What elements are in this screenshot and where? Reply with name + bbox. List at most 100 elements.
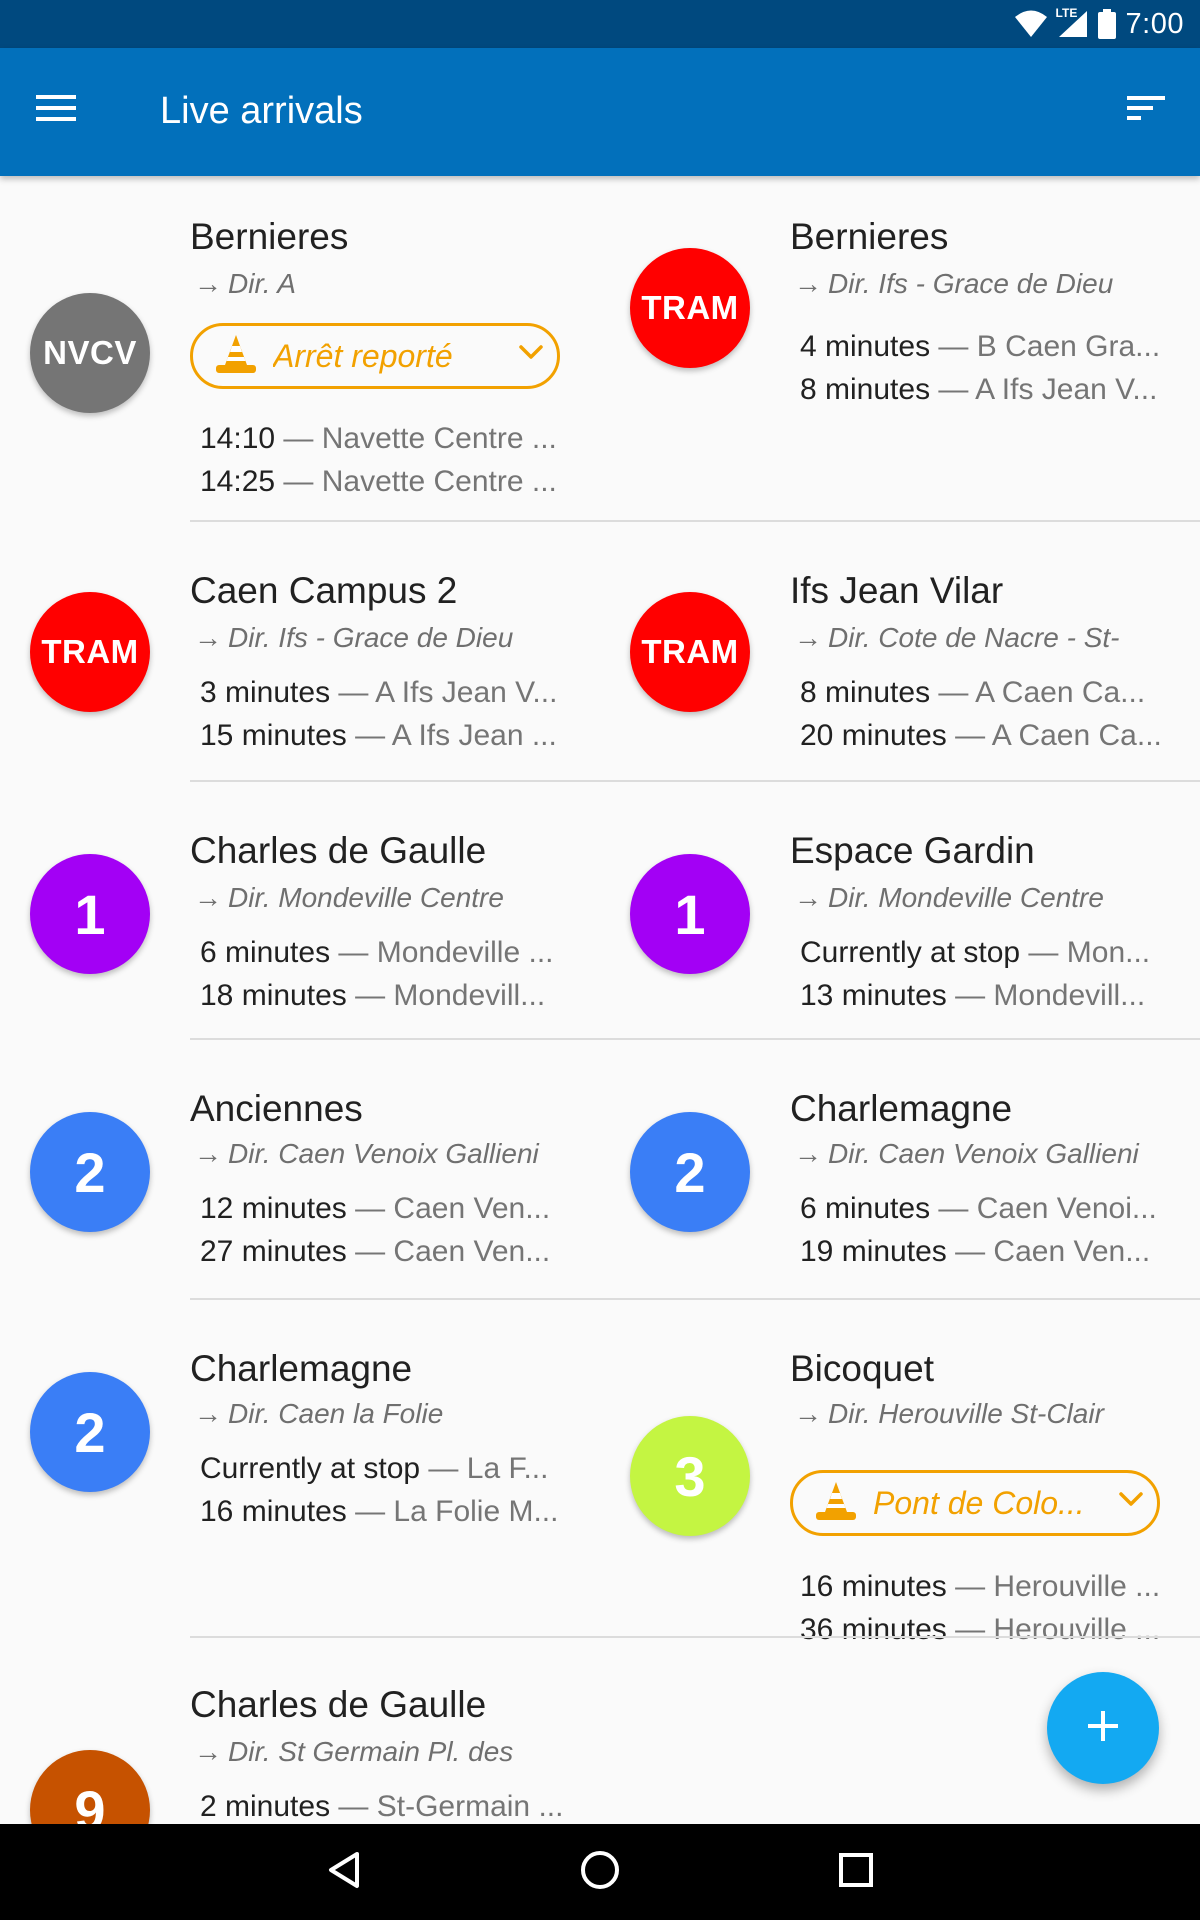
arrival-time: 19 minutes <box>800 1235 947 1268</box>
alert-text: Arrêt reporté <box>273 337 453 374</box>
line-label: NVCV <box>43 334 137 371</box>
stop-card[interactable]: 3 Bicoquet → Dir. Herouville St-Clair Pont d… <box>600 1300 1200 1646</box>
line-label: 1 <box>74 882 106 946</box>
arrival-time: 18 minutes <box>200 979 347 1012</box>
arrow-right-icon: → <box>194 1138 222 1169</box>
stop-name: Charlemagne <box>790 1088 1013 1129</box>
arrival-destination: La Folie M... <box>393 1495 559 1528</box>
home-icon <box>580 1850 620 1895</box>
stop-card[interactable]: 2 Charlemagne → Dir. Caen Venoix Gallieni 6 … <box>600 1040 1200 1300</box>
arrival-separator: — <box>275 465 322 498</box>
arrival-time: 20 minutes <box>800 719 947 752</box>
arrival-time: 16 minutes <box>200 1495 347 1528</box>
chevron-down-icon <box>1119 1491 1143 1512</box>
stop-card[interactable]: 9 Charles de Gaulle → Dir. St Germain Pl. d… <box>0 1638 600 1824</box>
arrival-separator: — <box>946 719 992 752</box>
arrival-row: 3 minutes — A Ifs Jean V... <box>200 676 570 710</box>
arrival-separator: — <box>346 1192 394 1225</box>
arrival-time: 8 minutes <box>800 373 931 406</box>
direction-text: Dir. Caen Venoix Gallieni <box>228 1138 539 1169</box>
direction: → Dir. Caen Venoix Gallieni <box>794 1138 1174 1170</box>
arrival-separator: — <box>930 330 977 363</box>
line-badge-1: 1 <box>30 854 150 974</box>
arrival-row: 12 minutes — Caen Ven... <box>200 1192 570 1226</box>
disruption-alert[interactable]: Pont de Colo... <box>790 1470 1160 1536</box>
back-button[interactable] <box>316 1844 372 1900</box>
status-bar: LTE 7:00 <box>0 0 1200 48</box>
arrival-row: Currently at stop — Mon... <box>800 936 1170 970</box>
direction-text: Dir. St Germain Pl. des <box>228 1736 514 1767</box>
recents-button[interactable] <box>828 1844 884 1900</box>
line-label: TRAM <box>41 633 139 670</box>
cell-signal-icon: LTE <box>1056 6 1088 38</box>
arrival-separator: — <box>946 1570 994 1603</box>
arrival-time: 14:25 <box>200 465 276 498</box>
arrival-separator: — <box>346 1495 394 1528</box>
line-badge-9: 9 <box>30 1750 150 1824</box>
menu-button[interactable] <box>24 78 88 142</box>
line-badge-nvcv: NVCV <box>30 293 150 413</box>
arrow-right-icon: → <box>794 882 822 913</box>
arrival-separator: — <box>930 1192 977 1225</box>
arrival-destination: A Ifs Jean V... <box>375 676 558 709</box>
stop-card[interactable]: 1 Charles de Gaulle → Dir. Mondeville Centr… <box>0 782 600 1040</box>
arrow-right-icon: → <box>794 1138 822 1169</box>
stop-name: Bicoquet <box>790 1348 934 1389</box>
back-icon <box>327 1851 361 1894</box>
add-stop-button[interactable] <box>1047 1672 1159 1784</box>
disruption-alert[interactable]: Arrêt reporté <box>190 323 560 389</box>
alert-text: Pont de Colo... <box>873 1484 1085 1521</box>
stop-card[interactable]: TRAM Caen Campus 2 → Dir. Ifs - Grace de Di… <box>0 522 600 782</box>
direction: → Dir. Ifs - Grace de Dieu <box>794 268 1174 300</box>
stop-row: 2 Charlemagne → Dir. Caen la Folie Currently… <box>0 1300 1200 1646</box>
arrival-destination: Caen Venoi... <box>976 1192 1157 1225</box>
arrival-row: 2 minutes — St-Germain ... <box>200 1790 570 1824</box>
arrival-separator: — <box>420 1452 467 1485</box>
arrow-right-icon: → <box>794 268 822 299</box>
arrival-time: 6 minutes <box>800 1192 931 1225</box>
stop-card[interactable]: 2 Charlemagne → Dir. Caen la Folie Currently… <box>0 1300 600 1638</box>
direction-text: Dir. Mondeville Centre <box>828 882 1104 913</box>
line-label: 2 <box>74 1400 106 1464</box>
arrival-row: 27 minutes — Caen Ven... <box>200 1235 570 1269</box>
sort-button[interactable] <box>1114 78 1178 142</box>
arrival-destination: St-Germain ... <box>376 1790 564 1823</box>
stop-name: Charles de Gaulle <box>190 1684 487 1725</box>
traffic-cone-icon <box>813 1480 859 1527</box>
stop-card[interactable]: NVCV Bernieres → Dir. A Arrêt reporté 14:10 —… <box>0 176 600 522</box>
direction-text: Dir. A <box>228 268 296 299</box>
recents-icon <box>839 1852 873 1892</box>
status-icons: LTE 7:00 <box>1014 0 1184 48</box>
arrival-time: 3 minutes <box>200 676 331 709</box>
arrival-destination: Mondevill... <box>993 979 1146 1012</box>
arrow-right-icon: → <box>194 1398 222 1429</box>
stop-card[interactable]: TRAM Bernieres → Dir. Ifs - Grace de Dieu 4 … <box>600 176 1200 522</box>
wifi-icon <box>1014 10 1048 38</box>
arrival-time: 13 minutes <box>800 979 947 1012</box>
stop-card[interactable]: 1 Espace Gardin → Dir. Mondeville Centre Cur… <box>600 782 1200 1040</box>
stop-card[interactable]: 2 Anciennes → Dir. Caen Venoix Gallieni 12 m… <box>0 1040 600 1300</box>
line-badge-tram: TRAM <box>630 592 750 712</box>
arrival-separator: — <box>1020 936 1067 969</box>
arrival-destination: A Caen Ca... <box>975 676 1146 709</box>
arrival-separator: — <box>330 1790 377 1823</box>
arrival-separator: — <box>346 719 392 752</box>
arrival-row: 6 minutes — Caen Venoi... <box>800 1192 1170 1226</box>
direction: → Dir. Herouville St-Clair <box>794 1398 1174 1430</box>
arrival-destination: Mondeville ... <box>376 936 554 969</box>
home-button[interactable] <box>572 1844 628 1900</box>
direction-text: Dir. Herouville St-Clair <box>828 1398 1104 1429</box>
arrow-right-icon: → <box>194 882 222 913</box>
arrival-separator: — <box>275 422 322 455</box>
arrival-destination: Mondevill... <box>393 979 546 1012</box>
stop-name: Bernieres <box>190 216 349 257</box>
chevron-down-icon <box>519 344 543 365</box>
line-badge-1: 1 <box>630 854 750 974</box>
stop-card[interactable]: TRAM Ifs Jean Vilar → Dir. Cote de Nacre - … <box>600 522 1200 782</box>
arrival-time: 8 minutes <box>800 676 931 709</box>
add-icon <box>1088 1710 1118 1746</box>
direction: → Dir. Mondeville Centre <box>794 882 1174 914</box>
arrival-row: 15 minutes — A Ifs Jean ... <box>200 719 570 753</box>
arrival-time: Currently at stop <box>800 936 1021 969</box>
stop-row: TRAM Caen Campus 2 → Dir. Ifs - Grace de Di… <box>0 522 1200 782</box>
